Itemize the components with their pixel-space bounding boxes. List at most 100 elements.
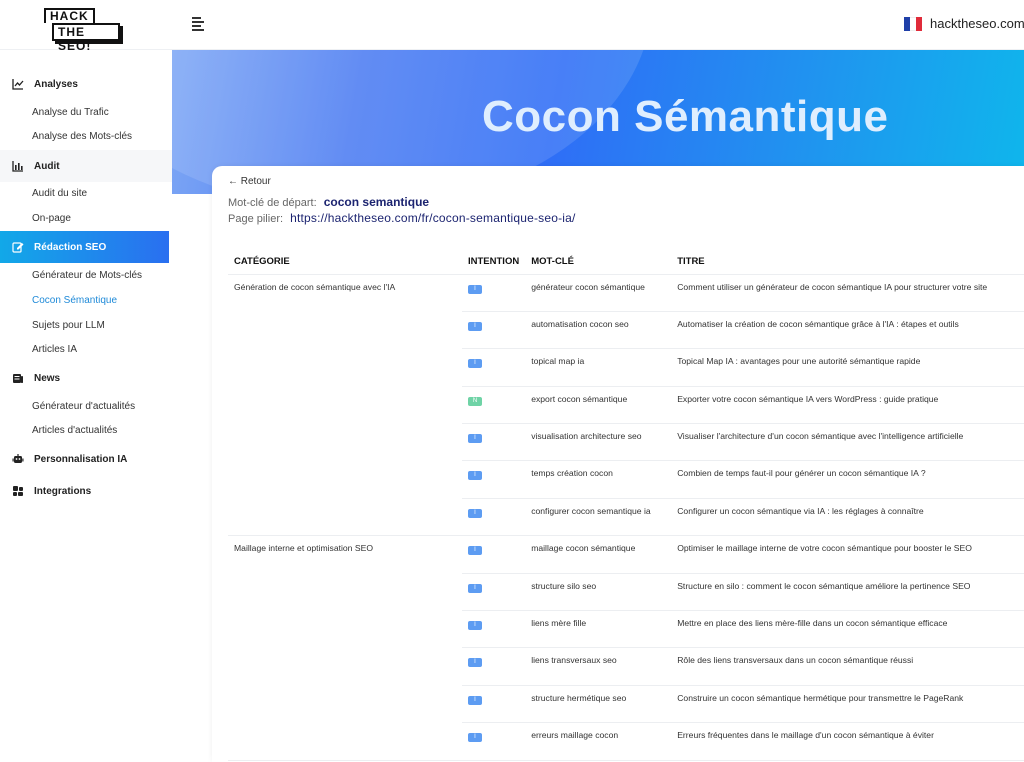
column-header-categorie[interactable]: CATÉGORIE [228,250,462,275]
title-cell: Exporter votre cocon sémantique IA vers … [671,386,1024,425]
title-cell: Mettre en place des liens mère-fille dan… [671,610,1024,649]
sidebar-item-audit-site[interactable]: Audit du site [32,188,87,199]
chart-line-icon [12,79,24,90]
pillar-page-label: Page pilier: [228,213,284,225]
seed-keyword: Mot-clé de départ: cocon semantique [228,195,429,209]
table-body: Génération de cocon sémantique avec l'IA… [228,274,1024,761]
sidebar-item-generateur-actualites[interactable]: Générateur d'actualités [32,401,135,412]
site-domain-link[interactable]: hacktheseo.com [930,16,1024,31]
keyword-cell: structure silo seo [525,573,672,612]
intent-badge: I [468,284,482,294]
title-cell: Erreurs fréquentes dans le maillage d'un… [671,722,1024,761]
intent-badge: I [468,471,482,481]
keyword-cell: liens transversaux seo [525,647,672,686]
bar-chart-icon [12,161,23,172]
seed-keyword-value: cocon semantique [323,195,430,209]
pillar-page: Page pilier: https://hacktheseo.com/fr/c… [228,211,576,225]
newspaper-icon [13,374,23,383]
title-cell: Automatiser la création de cocon sémanti… [671,311,1024,350]
page-title: Cocon Sémantique [482,92,889,141]
back-button[interactable]: ← Retour [228,176,271,187]
sidebar: Analyses Analyse du Trafic Analyse des M… [0,50,172,762]
title-cell: Combien de temps faut-il pour générer un… [671,460,1024,499]
category-cell: Maillage interne et optimisation SEO [228,535,462,761]
sidebar-item-analyse-mots-cles[interactable]: Analyse des Mots-clés [32,131,132,142]
table-row[interactable]: Maillage interne et optimisation SEO Imai… [228,535,1024,761]
title-cell: Construire un cocon sémantique hermétiqu… [671,685,1024,724]
french-flag-icon[interactable] [904,17,922,31]
content-card: ← Retour Mot-clé de départ: cocon semant… [212,166,1024,762]
sidebar-section-label: Personnalisation IA [34,453,128,465]
title-cell: Structure en silo : comment le cocon sém… [671,573,1024,612]
intent-cell: I [462,722,526,761]
intent-cell: I [462,311,526,350]
sidebar-section-analyses[interactable]: Analyses [0,68,172,100]
intent-badge: I [468,321,482,331]
sidebar-section-integrations[interactable]: Integrations [0,475,172,507]
keyword-cell: configurer cocon semantique ia [525,498,672,537]
logo-line-1: HACK [44,8,95,23]
intent-cell: N [462,386,526,425]
keyword-cell: erreurs maillage cocon [525,722,672,761]
column-header-mot-cle[interactable]: MOT-CLÉ [525,250,672,275]
intent-cell: I [462,274,526,312]
intent-badge: I [468,621,482,631]
sidebar-section-news[interactable]: News [0,362,172,394]
keyword-cell: générateur cocon sémantique [525,274,672,312]
intent-cell: I [462,647,526,686]
category-cell: Génération de cocon sémantique avec l'IA [228,274,462,537]
intent-badge: N [468,396,482,406]
intent-badge: I [468,359,482,369]
pillar-page-link[interactable]: https://hacktheseo.com/fr/cocon-semantiq… [290,211,575,225]
intent-badge: I [468,508,482,518]
intent-cell: I [462,423,526,462]
sidebar-section-label: Analyses [34,78,78,90]
sidebar-section-redaction-seo[interactable]: Rédaction SEO [0,231,169,263]
title-cell: Configurer un cocon sémantique via IA : … [671,498,1024,537]
sidebar-item-sujets-llm[interactable]: Sujets pour LLM [32,320,105,331]
column-header-intention[interactable]: INTENTION [462,250,526,275]
intent-badge: I [468,695,482,705]
title-cell: Rôle des liens transversaux dans un coco… [671,647,1024,686]
intent-cell: I [462,460,526,499]
column-header-titre[interactable]: TITRE [671,250,1024,275]
sidebar-item-generateur-mots-cles[interactable]: Générateur de Mots-clés [32,270,142,281]
title-cell: Optimiser le maillage interne de votre c… [671,535,1024,574]
sidebar-item-articles-actualites[interactable]: Articles d'actualités [32,425,117,436]
sidebar-item-on-page[interactable]: On-page [32,213,71,224]
keyword-cell: export cocon sémantique [525,386,672,425]
keyword-cell: visualisation architecture seo [525,423,672,462]
keyword-cell: maillage cocon sémantique [525,535,672,574]
title-cell: Topical Map IA : avantages pour une auto… [671,348,1024,387]
menu-toggle-icon[interactable] [192,17,206,31]
sidebar-section-label: News [34,372,61,384]
sidebar-section-label: Integrations [34,485,92,497]
keyword-cell: automatisation cocon seo [525,311,672,350]
sidebar-section-label: Rédaction SEO [34,241,107,253]
cocon-table: CATÉGORIE INTENTION MOT-CLÉ TITRE Généra… [228,250,1024,761]
title-cell: Comment utiliser un générateur de cocon … [671,274,1024,312]
title-cell: Visualiser l'architecture d'un cocon sém… [671,423,1024,462]
sidebar-item-articles-ia[interactable]: Articles IA [32,344,77,355]
sidebar-item-cocon-semantique[interactable]: Cocon Sémantique [32,295,117,306]
sidebar-section-personnalisation-ia[interactable]: Personnalisation IA [0,443,172,475]
intent-cell: I [462,348,526,387]
intent-badge: I [468,434,482,444]
integrations-icon [13,486,23,496]
table-header-row: CATÉGORIE INTENTION MOT-CLÉ TITRE [228,250,1024,275]
robot-icon [12,454,24,463]
sidebar-item-analyse-trafic[interactable]: Analyse du Trafic [32,107,109,118]
keyword-cell: liens mère fille [525,610,672,649]
intent-badge: I [468,546,482,556]
keyword-cell: topical map ia [525,348,672,387]
sidebar-section-audit[interactable]: Audit [0,150,172,182]
hack-the-seo-logo[interactable]: HACK THE SEO! [44,8,120,53]
sidebar-section-label: Audit [34,160,60,172]
intent-cell: I [462,498,526,537]
intent-cell: I [462,685,526,724]
logo-line-2: THE SEO! [52,23,120,53]
intent-badge: I [468,583,482,593]
table-row[interactable]: Génération de cocon sémantique avec l'IA… [228,274,1024,537]
keyword-cell: structure hermétique seo [525,685,672,724]
intent-cell: I [462,573,526,612]
